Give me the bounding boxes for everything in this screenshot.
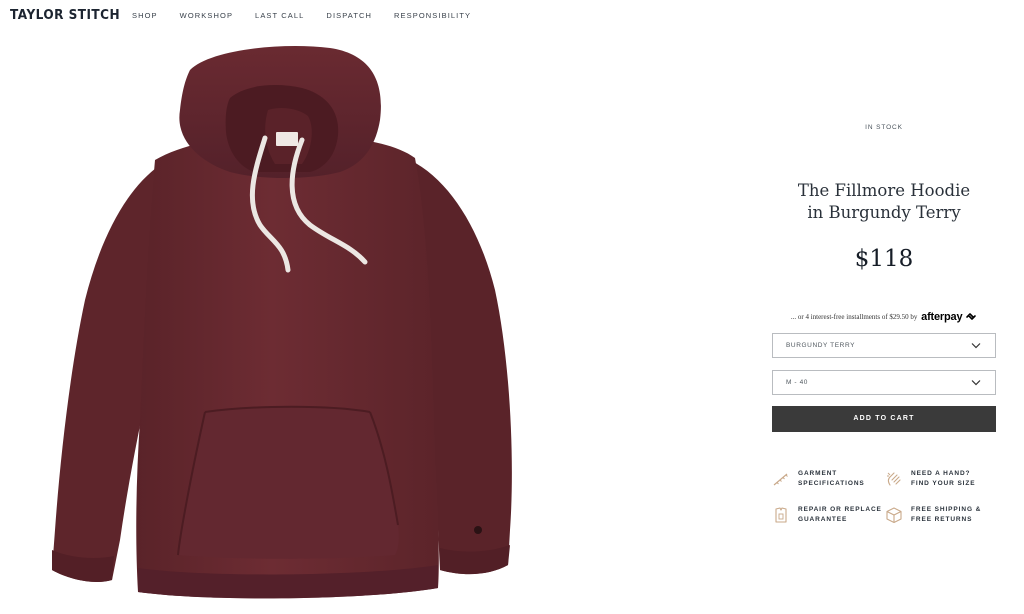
sleeve-button xyxy=(474,526,482,534)
chevron-down-icon xyxy=(971,380,981,386)
product-image[interactable] xyxy=(40,40,540,614)
afterpay-installments[interactable]: ... or 4 interest-free installments of $… xyxy=(772,311,996,323)
nav-last-call[interactable]: LAST CALL xyxy=(255,11,304,20)
feature-line1: GARMENT xyxy=(798,470,838,477)
feature-line2: GUARANTEE xyxy=(798,516,848,523)
feature-garment-specifications[interactable]: GARMENT SPECIFICATIONS xyxy=(772,469,865,489)
color-select[interactable]: BURGUNDY TERRY xyxy=(772,333,996,358)
size-select-value: M - 40 xyxy=(786,379,809,386)
afterpay-logo: afterpay xyxy=(921,311,963,323)
product-title-line1: The Fillmore Hoodie xyxy=(797,181,971,200)
feature-free-shipping-returns[interactable]: FREE SHIPPING & FREE RETURNS xyxy=(885,505,981,525)
chevron-down-icon xyxy=(971,343,981,349)
ruler-icon xyxy=(773,473,788,486)
hand-wave-icon xyxy=(887,472,901,486)
main-nav: SHOP WORKSHOP LAST CALL DISPATCH RESPONS… xyxy=(132,11,493,20)
feature-line2: FIND YOUR SIZE xyxy=(911,480,976,487)
shirt-tag-icon xyxy=(775,507,787,523)
add-to-cart-button[interactable]: ADD TO CART xyxy=(772,406,996,432)
nav-dispatch[interactable]: DISPATCH xyxy=(326,11,372,20)
product-price: $118 xyxy=(854,246,914,272)
box-icon xyxy=(886,507,902,524)
feature-line2: FREE RETURNS xyxy=(911,516,973,523)
feature-line1: NEED A HAND? xyxy=(911,470,971,477)
product-title: The Fillmore Hoodie in Burgundy Terry xyxy=(772,180,996,224)
feature-find-your-size[interactable]: NEED A HAND? FIND YOUR SIZE xyxy=(885,469,976,489)
nav-shop[interactable]: SHOP xyxy=(132,11,158,20)
nav-workshop[interactable]: WORKSHOP xyxy=(180,11,233,20)
installments-text: ... or 4 interest-free installments of $… xyxy=(790,313,918,321)
top-navigation-bar: TAYLOR STITCH SHOP WORKSHOP LAST CALL DI… xyxy=(0,0,1024,32)
neck-label xyxy=(276,132,298,146)
afterpay-arrows-icon xyxy=(966,313,976,320)
stock-status: IN STOCK xyxy=(865,124,903,131)
feature-line1: FREE SHIPPING & xyxy=(911,506,982,513)
product-title-line2: in Burgundy Terry xyxy=(807,203,961,222)
nav-responsibility[interactable]: RESPONSIBILITY xyxy=(394,11,471,20)
brand-logo[interactable]: TAYLOR STITCH xyxy=(10,8,120,23)
color-select-value: BURGUNDY TERRY xyxy=(786,342,856,349)
hoodie-illustration xyxy=(52,46,512,599)
feature-line1: REPAIR OR REPLACE xyxy=(798,506,882,513)
size-select[interactable]: M - 40 xyxy=(772,370,996,395)
feature-line2: SPECIFICATIONS xyxy=(798,480,865,487)
feature-repair-replace-guarantee[interactable]: REPAIR OR REPLACE GUARANTEE xyxy=(772,505,882,525)
